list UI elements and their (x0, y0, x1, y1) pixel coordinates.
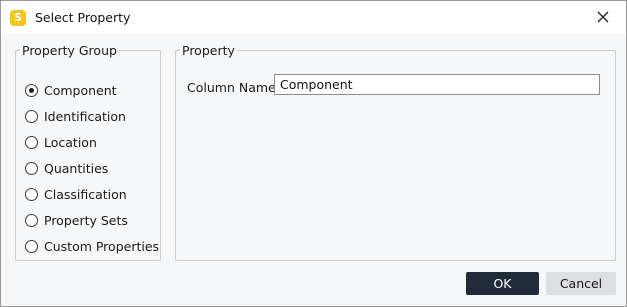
radio-button[interactable] (25, 187, 38, 201)
column-name-label: Column Name (187, 80, 276, 95)
select-property-dialog: S Select Property Property Group Compone… (0, 0, 627, 307)
column-name-input[interactable] (274, 74, 600, 95)
radio-label: Classification (44, 186, 127, 202)
close-button[interactable] (591, 6, 615, 28)
radio-identification[interactable]: Identification (25, 107, 126, 125)
radio-label: Property Sets (44, 212, 128, 228)
app-logo-icon: S (10, 10, 26, 26)
radio-property-sets[interactable]: Property Sets (25, 211, 128, 229)
radio-button[interactable] (25, 109, 38, 123)
radio-button[interactable] (25, 161, 38, 175)
radio-label: Component (44, 82, 117, 98)
cancel-button[interactable]: Cancel (546, 272, 616, 295)
close-icon (597, 11, 609, 23)
radio-label: Identification (44, 108, 126, 124)
ok-button[interactable]: OK (466, 272, 539, 295)
radio-component[interactable]: Component (25, 81, 117, 99)
radio-quantities[interactable]: Quantities (25, 159, 108, 177)
property-legend: Property (182, 43, 235, 58)
radio-button[interactable] (25, 83, 38, 97)
title-bar: S Select Property (1, 1, 626, 34)
radio-label: Location (44, 134, 97, 150)
radio-button[interactable] (25, 213, 38, 227)
radio-button[interactable] (25, 239, 38, 253)
radio-custom-properties[interactable]: Custom Properties (25, 237, 159, 255)
radio-location[interactable]: Location (25, 133, 97, 151)
property-group-legend: Property Group (22, 43, 117, 58)
radio-classification[interactable]: Classification (25, 185, 127, 203)
property-box: Property Column Name (175, 43, 616, 261)
radio-button[interactable] (25, 135, 38, 149)
dialog-title: Select Property (35, 10, 131, 25)
property-group-box: Property Group Component Identification … (15, 43, 161, 261)
radio-label: Quantities (44, 160, 109, 176)
radio-label: Custom Properties (44, 238, 160, 254)
